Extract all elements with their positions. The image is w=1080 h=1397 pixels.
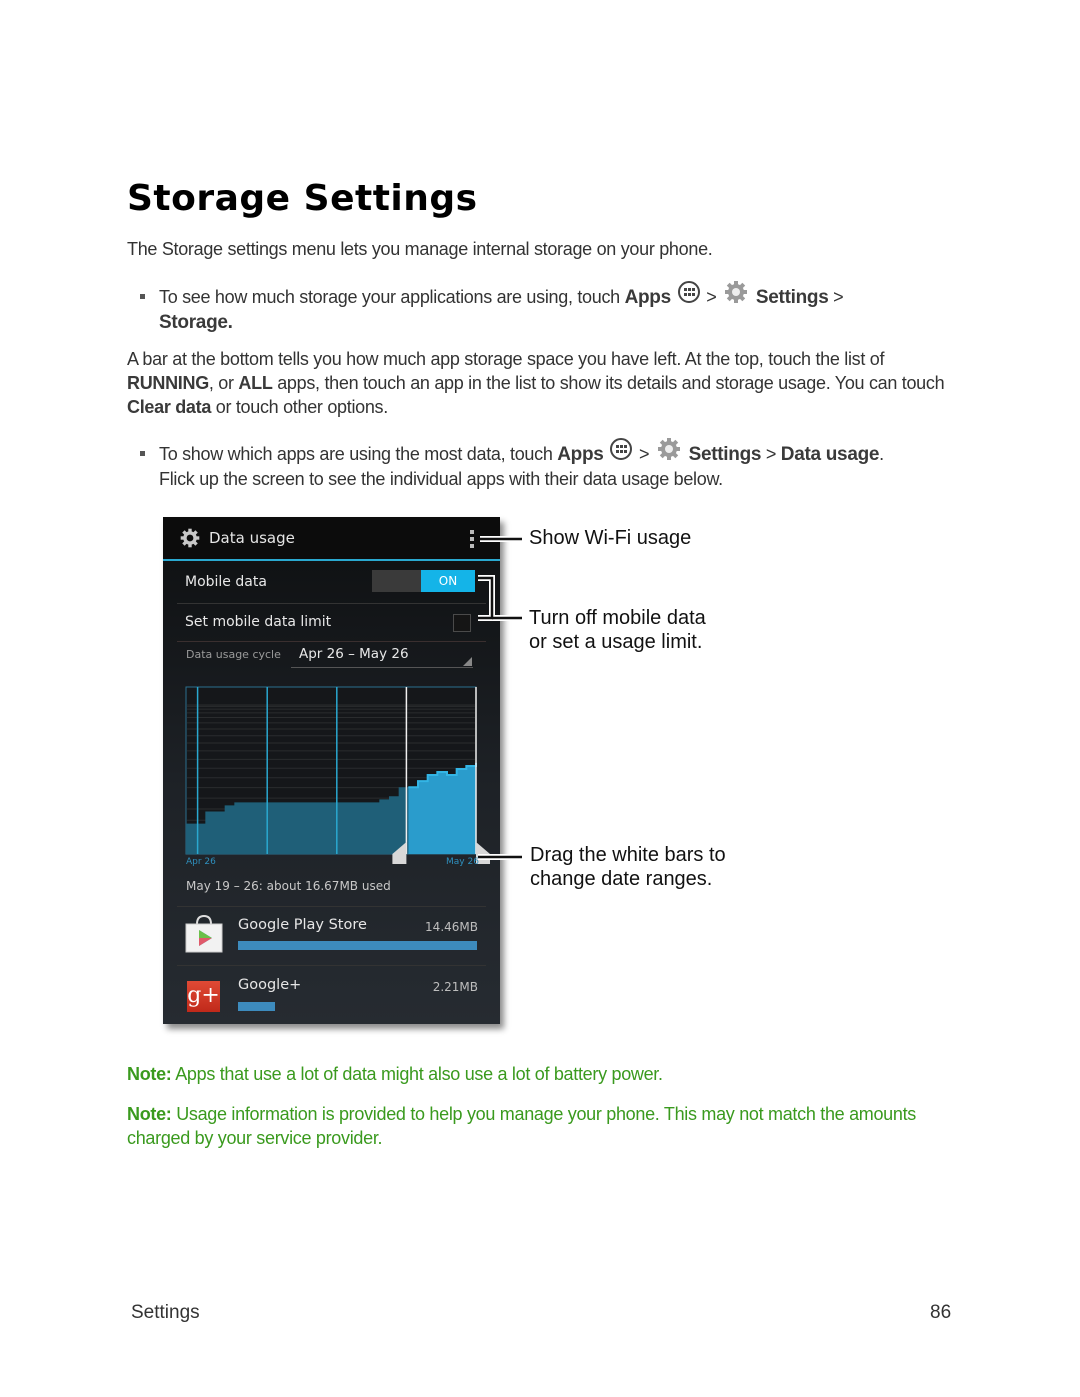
google-play-store-icon [185, 914, 223, 953]
callout-drag: Drag the white bars to change date range… [530, 844, 726, 890]
callout-mobile-data: Turn off mobile data or set a usage limi… [529, 607, 706, 653]
callout-leaders [478, 536, 522, 860]
callout-wifi: Show Wi-Fi usage [529, 527, 692, 549]
running-label: RUNNING [127, 373, 209, 393]
app-row-google-plus[interactable]: g+ Google+ 2.21MB [163, 966, 500, 1024]
note-battery: Note: Apps that use a lot of data might … [127, 1064, 663, 1084]
settings-gear-icon [657, 438, 680, 460]
bullet-marker [140, 451, 145, 456]
data-usage-chart [185, 686, 490, 864]
usage-summary: May 19 – 26: about 16.67MB used [186, 879, 391, 893]
app-name: Google Play Store [238, 917, 367, 933]
app-usage-bar [238, 1002, 275, 1011]
app-row-google-play-store[interactable]: Google Play Store 14.46MB [163, 907, 500, 965]
intro-paragraph: The Storage settings menu lets you manag… [127, 239, 713, 259]
settings-label: Settings [755, 286, 829, 308]
apps-grid-icon [677, 281, 700, 303]
settings-label: Settings [688, 443, 762, 465]
footer-section: Settings [131, 1302, 200, 1323]
footer-page-number: 86 [930, 1302, 952, 1323]
bullet-data-usage: To show which apps are using the most da… [140, 438, 919, 491]
bullet-storage: To see how much storage your application… [140, 281, 919, 334]
data-usage-label: Data usage [780, 443, 880, 465]
note-usage: Note: Usage information is provided to h… [127, 1104, 917, 1148]
app-size: 14.46MB [425, 920, 478, 934]
app-name: Google+ [238, 977, 302, 993]
app-size: 2.21MB [432, 980, 478, 994]
bullet-marker [140, 294, 145, 299]
storage-paragraph: A bar at the bottom tells you how much a… [127, 349, 945, 417]
page-title: Storage Settings [127, 178, 478, 219]
apps-label: Apps [624, 286, 672, 308]
apps-label: Apps [557, 443, 604, 465]
chart-start-label: Apr 26 [186, 857, 216, 867]
apps-grid-icon [610, 438, 633, 460]
settings-gear-icon [725, 281, 748, 303]
storage-label: Storage. [159, 312, 233, 333]
google-plus-icon: g+ [187, 981, 220, 1012]
bullet-text: To see how much storage your application… [159, 286, 625, 307]
app-usage-bar [238, 941, 477, 950]
clear-data-label: Clear data [127, 397, 212, 417]
all-label: ALL [238, 373, 273, 393]
phone-screenshot: Data usage Mobile data ON Set mobile dat… [163, 517, 500, 1024]
